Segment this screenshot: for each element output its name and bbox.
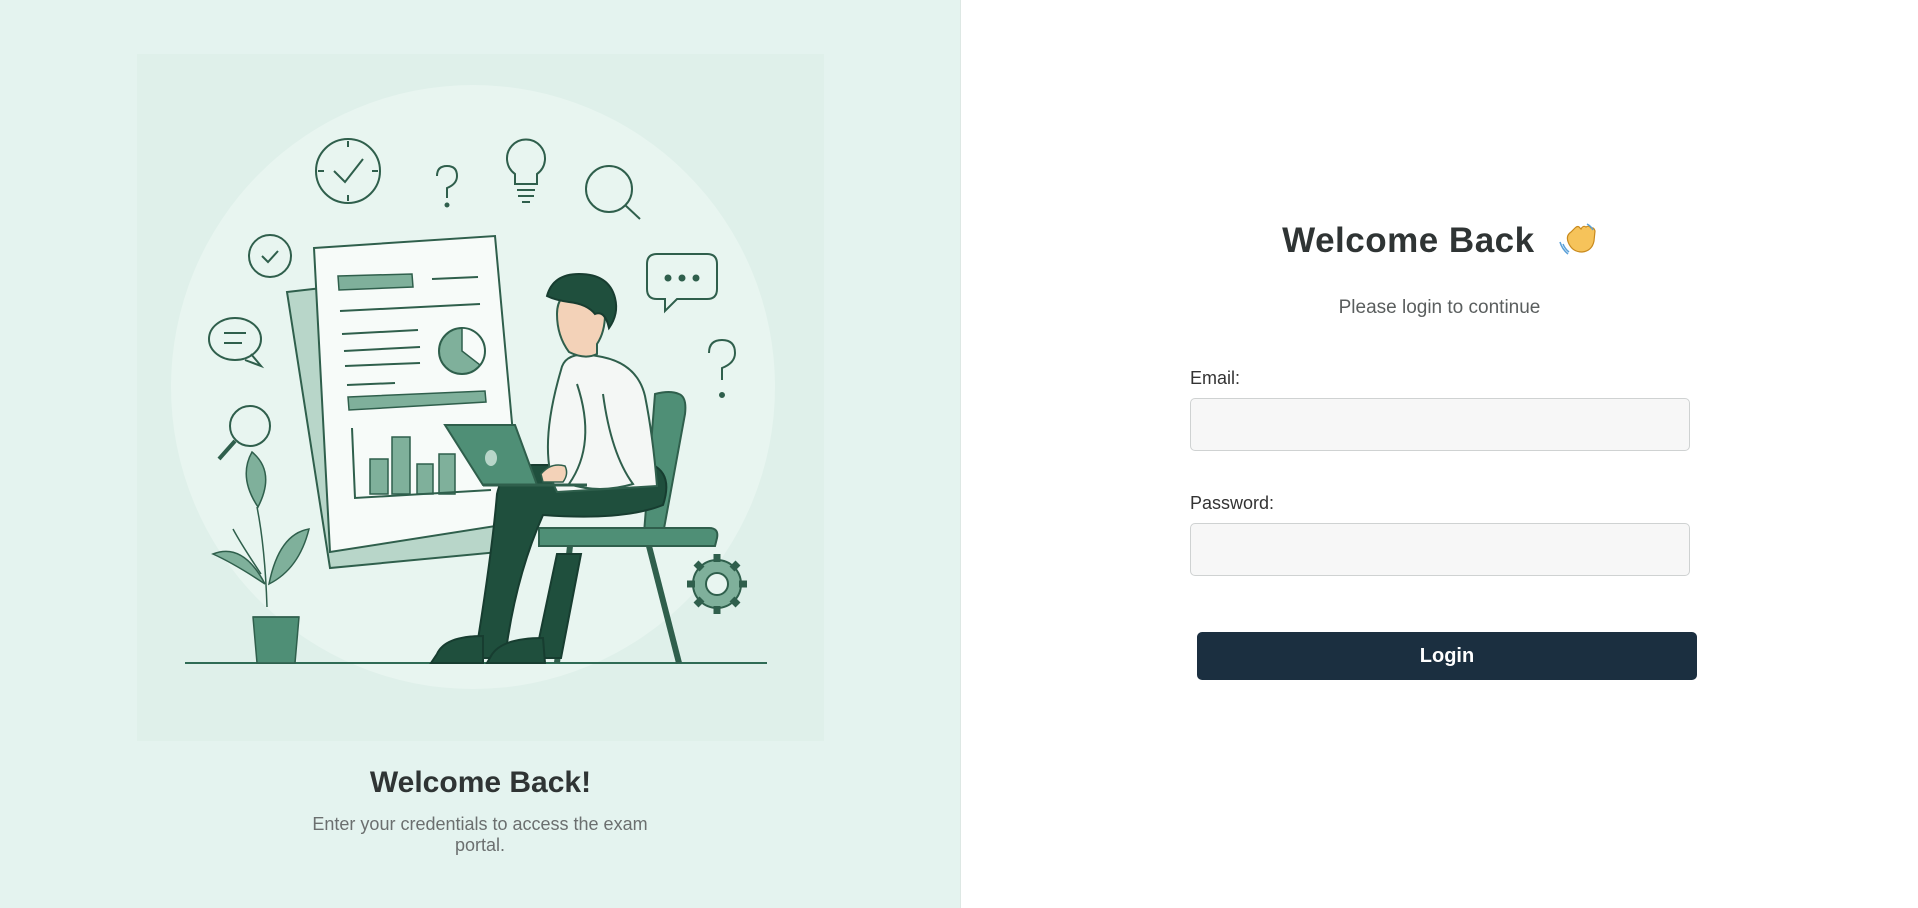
password-label: Password: bbox=[1190, 493, 1275, 513]
report-document bbox=[285, 234, 523, 570]
illustration-subtitle: Enter your credentials to access the exa… bbox=[312, 814, 648, 855]
email-field-group: Email: bbox=[1190, 368, 1693, 451]
email-input[interactable] bbox=[1190, 398, 1690, 451]
password-input[interactable] bbox=[1190, 523, 1690, 576]
login-button[interactable]: Login bbox=[1197, 632, 1697, 680]
email-label: Email: bbox=[1190, 368, 1241, 388]
login-form: Email: Password: Login bbox=[1190, 368, 1697, 680]
password-field-group: Password: bbox=[1190, 493, 1693, 576]
form-title-row: Welcome Back bbox=[961, 218, 1918, 261]
form-subtitle: Please login to continue bbox=[1338, 297, 1541, 318]
gear-icon bbox=[687, 554, 747, 614]
person-with-laptop-illustration bbox=[171, 85, 775, 689]
illustration-panel: Welcome Back! Enter your credentials to … bbox=[0, 0, 961, 908]
form-title: Welcome Back bbox=[1282, 221, 1535, 260]
login-illustration bbox=[137, 54, 824, 741]
illustration-title: Welcome Back! bbox=[369, 766, 592, 799]
login-form-panel: Welcome Back Please login to continue Em… bbox=[961, 0, 1918, 908]
waving-hand-icon bbox=[1557, 218, 1597, 258]
login-page: Welcome Back! Enter your credentials to … bbox=[0, 0, 1918, 908]
